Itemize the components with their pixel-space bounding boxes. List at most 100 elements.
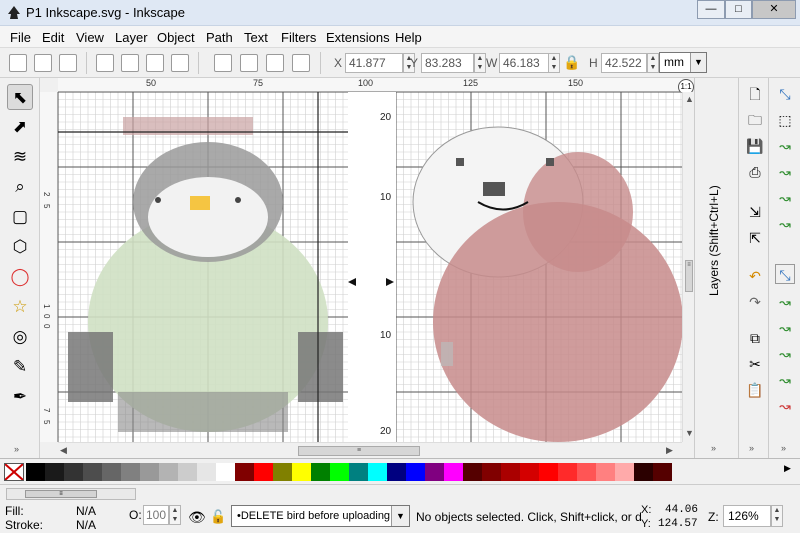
rotate-cw-icon[interactable] [121,54,139,72]
stroke-value[interactable]: N/A [76,518,96,532]
color-swatch[interactable] [178,463,197,481]
color-swatch[interactable] [425,463,444,481]
close-button[interactable]: ✕ [752,0,796,19]
snap-bbox-midpoint-icon[interactable]: ↝ [775,188,795,208]
unit-select[interactable]: mm ▼ [659,52,707,73]
h-spinner[interactable]: ▲ ▼ [647,53,659,73]
color-swatch[interactable] [45,463,64,481]
w-field[interactable]: 46.183 [499,53,551,73]
snap-bbox-edge-icon[interactable]: ↝ [775,136,795,156]
minimize-button[interactable]: — [697,0,725,19]
color-swatch[interactable] [311,463,330,481]
scroll-up-icon[interactable]: ▲ [685,94,694,104]
color-swatch[interactable] [121,463,140,481]
zoom-spinner[interactable]: ▲ ▼ [771,505,783,527]
color-swatch[interactable] [520,463,539,481]
color-swatch[interactable] [368,463,387,481]
scroll-down-icon[interactable]: ▼ [685,428,694,438]
color-swatch[interactable] [653,463,672,481]
color-swatch[interactable] [349,463,368,481]
redo-icon[interactable]: ↷ [745,292,765,312]
color-swatch[interactable] [482,463,501,481]
color-swatch[interactable] [558,463,577,481]
scroll-thumb[interactable]: ≡ [298,446,420,456]
color-swatch[interactable] [254,463,273,481]
color-swatch[interactable] [159,463,178,481]
color-swatch[interactable] [26,463,45,481]
menu-layer[interactable]: Layer [115,30,148,45]
color-swatch[interactable] [577,463,596,481]
color-swatch[interactable] [501,463,520,481]
scroll-thumb[interactable]: ≡ [685,260,693,292]
snap-cusp-icon[interactable]: ↝ [775,344,795,364]
color-swatch[interactable] [539,463,558,481]
zoom-field[interactable]: 126% [723,505,771,527]
layer-visibility-icon[interactable]: 👁 [188,509,206,526]
color-swatch[interactable] [197,463,216,481]
star-tool-icon[interactable]: ☆ [7,294,33,320]
opacity-field[interactable]: 100 [143,505,169,525]
tweak-tool-icon[interactable]: ≋ [7,144,33,170]
menu-object[interactable]: Object [157,30,195,45]
snap-paths-icon[interactable]: ↝ [775,292,795,312]
menu-help[interactable]: Help [395,30,422,45]
menu-text[interactable]: Text [244,30,268,45]
horizontal-scrollbar[interactable]: ◀ ≡ ▶ [58,442,682,458]
raise-to-top-icon[interactable] [214,54,232,72]
deselect-icon[interactable] [59,54,77,72]
lower-to-bottom-icon[interactable] [292,54,310,72]
color-swatch[interactable] [83,463,102,481]
snap-midpoint-icon[interactable]: ↝ [775,396,795,416]
scroll-left-icon[interactable]: ◀ [60,445,67,456]
color-swatch[interactable] [406,463,425,481]
new-document-icon[interactable]: 🗋 [745,84,765,104]
spiral-tool-icon[interactable]: ◎ [7,324,33,350]
color-swatch[interactable] [140,463,159,481]
import-icon[interactable]: ⇲ [745,202,765,222]
color-swatch[interactable] [444,463,463,481]
scroll-thumb[interactable]: ≡ [25,490,97,498]
h-field[interactable]: 42.522 [601,53,647,73]
select-all-layers-icon[interactable] [34,54,52,72]
menu-view[interactable]: View [76,30,104,45]
y-field[interactable]: 83.283 [421,53,474,73]
dock-more-icon[interactable]: » [711,443,716,453]
raise-icon[interactable] [240,54,258,72]
color-swatch[interactable] [273,463,292,481]
color-swatch[interactable] [615,463,634,481]
select-all-icon[interactable] [9,54,27,72]
pencil-tool-icon[interactable]: ✎ [7,354,33,380]
snap-bbox-center-icon[interactable]: ↝ [775,214,795,234]
snap-bbox-icon[interactable]: ⬚ [775,110,795,130]
save-icon[interactable]: 💾 [745,136,765,156]
color-swatch[interactable] [463,463,482,481]
snap-smooth-icon[interactable]: ↝ [775,370,795,390]
no-paint-swatch[interactable] [4,463,24,481]
menu-edit[interactable]: Edit [42,30,64,45]
undo-icon[interactable]: ↶ [745,266,765,286]
flip-vertical-icon[interactable] [171,54,189,72]
flip-horizontal-icon[interactable] [146,54,164,72]
snap-enable-icon[interactable]: ⤡ [775,84,795,104]
copy-icon[interactable]: ⧉ [745,328,765,348]
scroll-right-icon[interactable]: ▶ [666,445,673,456]
menu-filters[interactable]: Filters [281,30,316,45]
maximize-button[interactable]: □ [725,0,752,19]
color-swatch[interactable] [596,463,615,481]
export-icon[interactable]: ⇱ [745,228,765,248]
drawing-canvas[interactable]: 20 10 10 20 [58,92,682,442]
pen-tool-icon[interactable]: ✒ [7,384,33,410]
menu-extensions[interactable]: Extensions [326,30,390,45]
color-swatch[interactable] [330,463,349,481]
open-folder-icon[interactable]: 🗀 [745,110,765,130]
color-swatch[interactable] [64,463,83,481]
color-swatch[interactable] [634,463,653,481]
color-swatch[interactable] [387,463,406,481]
opacity-spinner[interactable]: ▲ ▼ [169,505,181,525]
toolbox-more-icon[interactable]: » [14,444,19,454]
fill-value[interactable]: N/A [76,504,96,518]
layers-tab[interactable]: Layers (Shift+Ctrl+L) [707,86,725,296]
ellipse-tool-icon[interactable]: ◯ [7,264,33,290]
color-swatch[interactable] [292,463,311,481]
rotate-ccw-icon[interactable] [96,54,114,72]
